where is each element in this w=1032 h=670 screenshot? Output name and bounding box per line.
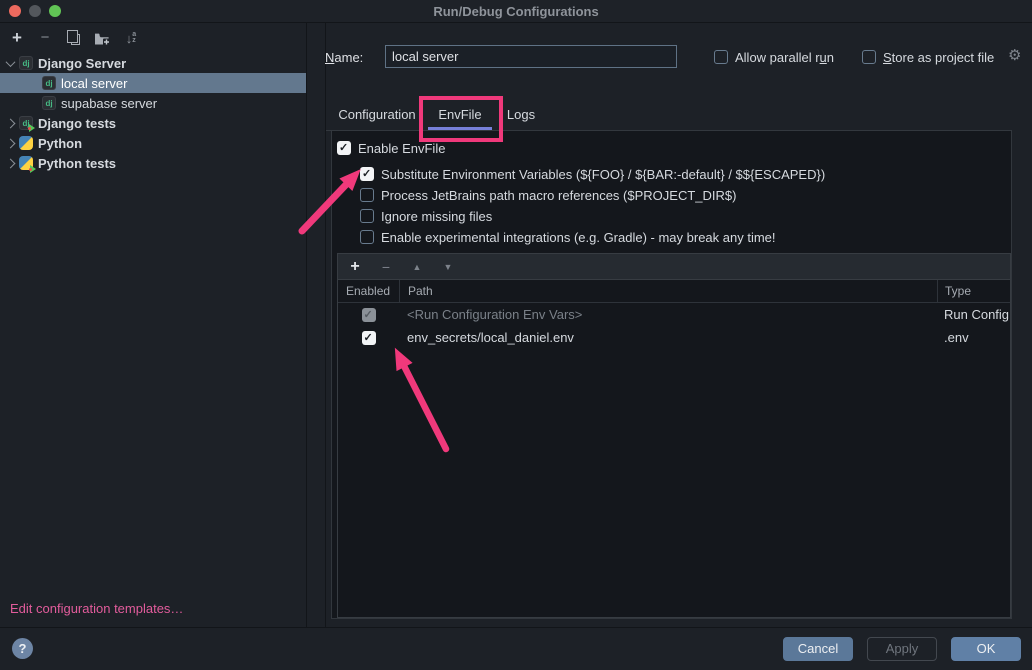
env-row-type: Run Config (937, 307, 1010, 322)
django-icon (19, 56, 33, 70)
table-row[interactable]: env_secrets/local_daniel.env .env (338, 326, 1010, 349)
configurations-sidebar: Django Server local server supabase serv… (0, 23, 307, 627)
substitute-env-vars-checkbox[interactable]: Substitute Environment Variables (${FOO}… (360, 167, 825, 182)
tab-logs[interactable]: Logs (498, 100, 544, 130)
tree-item-django-tests[interactable]: Django tests (0, 113, 306, 133)
remove-env-file-icon[interactable] (379, 259, 393, 275)
remove-configuration-icon[interactable] (38, 30, 52, 46)
chevron-right-icon[interactable] (6, 158, 16, 168)
chevron-right-icon[interactable] (6, 138, 16, 148)
checkbox-unchecked-icon[interactable] (714, 50, 728, 64)
help-icon[interactable] (12, 638, 33, 659)
django-tests-icon (19, 116, 33, 130)
python-tests-icon (19, 156, 33, 170)
tab-envfile[interactable]: EnvFile (428, 100, 492, 130)
minimize-window-button[interactable] (29, 5, 41, 17)
panel-divider (325, 23, 326, 627)
add-configuration-icon[interactable] (10, 30, 24, 46)
env-row-path: <Run Configuration Env Vars> (399, 307, 937, 322)
apply-button[interactable]: Apply (867, 637, 937, 661)
name-label: Name: (325, 50, 363, 65)
zoom-window-button[interactable] (49, 5, 61, 17)
dialog-footer: Cancel Apply OK (0, 627, 1032, 670)
chevron-right-icon[interactable] (6, 118, 16, 128)
gear-icon[interactable]: ⚙ (1008, 48, 1021, 63)
sort-configurations-icon[interactable] (124, 30, 138, 46)
tree-item-django-server[interactable]: Django Server (0, 53, 306, 73)
env-files-table: Enabled Path Type <Run Configuration Env… (337, 253, 1011, 618)
checkbox-checked-disabled-icon (362, 308, 376, 322)
tree-item-python[interactable]: Python (0, 133, 306, 153)
column-header-path[interactable]: Path (399, 280, 937, 302)
table-row[interactable]: <Run Configuration Env Vars> Run Config (338, 303, 1010, 326)
column-header-enabled[interactable]: Enabled (338, 280, 399, 302)
new-folder-icon[interactable] (94, 30, 110, 46)
ignore-missing-files-checkbox[interactable]: Ignore missing files (360, 209, 492, 224)
window-title: Run/Debug Configurations (433, 4, 598, 19)
configurations-tree: Django Server local server supabase serv… (0, 53, 306, 173)
tree-item-python-tests[interactable]: Python tests (0, 153, 306, 173)
django-icon (42, 76, 56, 90)
checkbox-unchecked-icon[interactable] (360, 188, 374, 202)
cancel-button[interactable]: Cancel (783, 637, 853, 661)
checkbox-unchecked-icon[interactable] (862, 50, 876, 64)
tab-configuration[interactable]: Configuration (331, 100, 423, 130)
allow-parallel-run-checkbox[interactable]: Allow parallel run (714, 50, 834, 65)
checkbox-checked-icon[interactable] (360, 167, 374, 181)
close-window-button[interactable] (9, 5, 21, 17)
active-tab-underline (428, 127, 492, 130)
name-input[interactable] (385, 45, 677, 68)
tree-item-local-server[interactable]: local server (0, 73, 306, 93)
experimental-integrations-checkbox[interactable]: Enable experimental integrations (e.g. G… (360, 230, 776, 245)
checkbox-checked-icon[interactable] (362, 331, 376, 345)
checkbox-unchecked-icon[interactable] (360, 209, 374, 223)
python-icon (19, 136, 33, 150)
chevron-down-icon[interactable] (6, 57, 16, 67)
store-as-project-file-checkbox[interactable]: Store as project file (862, 50, 994, 65)
edit-configuration-templates-link[interactable]: Edit configuration templates… (10, 601, 183, 616)
move-down-icon[interactable] (441, 259, 455, 275)
django-icon (42, 96, 56, 110)
ok-button[interactable]: OK (951, 637, 1021, 661)
env-row-path: env_secrets/local_daniel.env (399, 330, 937, 345)
move-up-icon[interactable] (410, 259, 424, 275)
copy-configuration-icon[interactable] (66, 30, 80, 46)
add-env-file-icon[interactable] (348, 259, 362, 275)
process-path-macro-checkbox[interactable]: Process JetBrains path macro references … (360, 188, 736, 203)
env-row-type: .env (937, 330, 1010, 345)
column-header-type[interactable]: Type (937, 280, 1010, 302)
table-toolbar (338, 254, 1010, 280)
tree-item-supabase-server[interactable]: supabase server (0, 93, 306, 113)
window-controls (9, 5, 61, 17)
enable-envfile-checkbox[interactable]: Enable EnvFile (337, 141, 445, 156)
checkbox-unchecked-icon[interactable] (360, 230, 374, 244)
sidebar-toolbar (0, 23, 306, 53)
checkbox-checked-icon[interactable] (337, 141, 351, 155)
title-bar: Run/Debug Configurations (0, 0, 1032, 23)
table-header: Enabled Path Type (338, 280, 1010, 303)
